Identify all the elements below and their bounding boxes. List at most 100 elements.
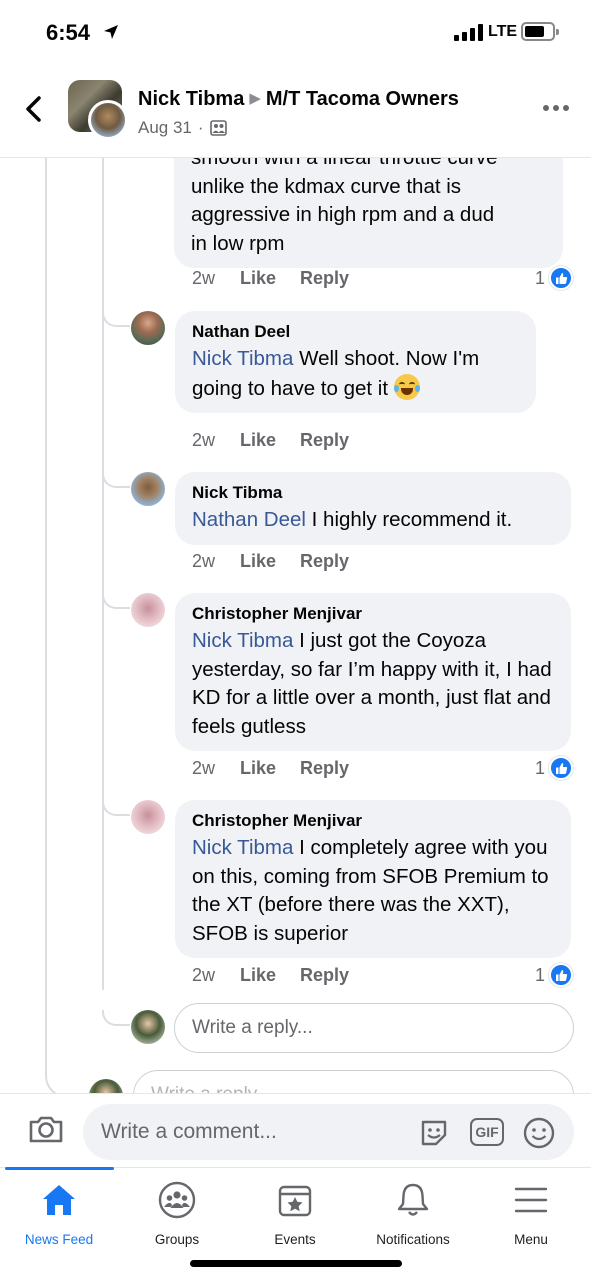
- like-button[interactable]: Like: [240, 430, 300, 451]
- bell-icon: [397, 1183, 429, 1216]
- mention-link[interactable]: Nick Tibma: [192, 347, 293, 370]
- comments-feed: smooth with a linear throttle curve unli…: [0, 158, 591, 1093]
- tab-notifications[interactable]: Notifications: [354, 1180, 472, 1260]
- tab-label: News Feed: [24, 1232, 94, 1247]
- tab-label: Groups: [154, 1232, 200, 1247]
- tab-menu[interactable]: Menu: [472, 1180, 590, 1260]
- like-button[interactable]: Like: [240, 268, 300, 289]
- author-name[interactable]: Nick Tibma: [138, 88, 244, 110]
- reply-text: Nick Tibma I completely agree with you o…: [192, 834, 554, 948]
- avatar[interactable]: [131, 472, 165, 506]
- battery-icon: [521, 22, 559, 41]
- comment-actions: 2w Like Reply: [192, 430, 349, 451]
- status-bar: 6:54 LTE: [0, 0, 591, 64]
- avatar[interactable]: [131, 593, 165, 627]
- mention-link[interactable]: Nathan Deel: [192, 508, 306, 531]
- more-options-icon[interactable]: [543, 105, 569, 111]
- thread-line-outer: [45, 158, 109, 1093]
- reaction-number: 1: [535, 267, 546, 288]
- comment-actions: 2w Like Reply: [192, 758, 349, 779]
- tab-groups[interactable]: Groups: [118, 1180, 236, 1260]
- triangle-right-icon: ▶: [249, 90, 261, 107]
- reply-body: I highly recommend it.: [305, 508, 513, 531]
- post-meta: Aug 31 ·: [138, 118, 227, 138]
- commenter-name[interactable]: Nick Tibma: [192, 481, 554, 505]
- tab-news-feed[interactable]: News Feed: [0, 1180, 118, 1260]
- tab-label: Events: [274, 1232, 316, 1247]
- avatar[interactable]: [131, 800, 165, 834]
- mention-link[interactable]: Nick Tibma: [192, 836, 293, 859]
- active-tab-indicator: [5, 1167, 114, 1170]
- reaction-count[interactable]: 1: [535, 963, 574, 987]
- reply-button[interactable]: Reply: [300, 965, 349, 986]
- like-button[interactable]: Like: [240, 551, 300, 572]
- post-date[interactable]: Aug 31: [138, 118, 192, 138]
- comment-line: smooth with a linear throttle curve: [191, 158, 546, 173]
- calendar-star-icon: [278, 1185, 312, 1217]
- post-title: Nick Tibma ▶ M/T Tacoma Owners: [138, 88, 459, 111]
- comment-bubble: smooth with a linear throttle curve unli…: [174, 158, 563, 268]
- emoji-icon[interactable]: [522, 1116, 556, 1150]
- tab-label: Menu: [514, 1232, 548, 1247]
- reply-button[interactable]: Reply: [300, 430, 349, 451]
- like-button[interactable]: Like: [240, 758, 300, 779]
- comment-age[interactable]: 2w: [192, 268, 240, 289]
- like-button[interactable]: Like: [240, 965, 300, 986]
- status-time: 6:54: [46, 20, 91, 45]
- comment-age[interactable]: 2w: [192, 430, 240, 451]
- network-type: LTE: [488, 23, 518, 40]
- comment-age[interactable]: 2w: [192, 965, 240, 986]
- commenter-name[interactable]: Nathan Deel: [192, 320, 519, 344]
- menu-icon: [514, 1187, 548, 1213]
- reply-button[interactable]: Reply: [300, 268, 349, 289]
- commenter-name[interactable]: Christopher Menjivar: [192, 809, 554, 833]
- reaction-count[interactable]: 1: [535, 266, 574, 290]
- comment-line: unlike the kdmax curve that is: [191, 174, 462, 198]
- comment-age[interactable]: 2w: [192, 551, 240, 572]
- groups-icon: [158, 1181, 196, 1219]
- laughing-tears-emoji-icon: [393, 373, 420, 400]
- camera-icon[interactable]: [28, 1114, 64, 1144]
- comment-input[interactable]: Write a comment... GIF: [83, 1104, 574, 1160]
- home-indicator: [190, 1260, 402, 1267]
- group-name[interactable]: M/T Tacoma Owners: [266, 88, 459, 110]
- reply-button[interactable]: Reply: [300, 551, 349, 572]
- home-icon: [43, 1185, 75, 1215]
- reply-input[interactable]: Write a reply...: [174, 1003, 574, 1053]
- reply-button[interactable]: Reply: [300, 758, 349, 779]
- thread-line-inner: [102, 158, 104, 990]
- comment-actions: 2w Like Reply: [192, 965, 349, 986]
- comment-placeholder: Write a comment...: [101, 1120, 277, 1143]
- reaction-number: 1: [535, 964, 546, 985]
- comment-composer: Write a comment... GIF: [0, 1093, 591, 1167]
- sticker-icon[interactable]: [417, 1116, 451, 1150]
- tab-label: Notifications: [376, 1232, 450, 1247]
- group-audience-icon: [209, 120, 227, 136]
- reply-bubble: Nathan Deel Nick Tibma Well shoot. Now I…: [175, 311, 536, 413]
- location-arrow-icon: [104, 25, 118, 39]
- comment-actions: 2w Like Reply: [192, 551, 349, 572]
- my-avatar: [131, 1010, 165, 1044]
- comment-age[interactable]: 2w: [192, 758, 240, 779]
- avatar[interactable]: [131, 311, 165, 345]
- cellular-signal-icon: [454, 24, 484, 41]
- reaction-count[interactable]: 1: [535, 756, 574, 780]
- reply-text: Nathan Deel I highly recommend it.: [192, 506, 554, 535]
- gif-icon[interactable]: GIF: [470, 1118, 504, 1146]
- reply-bubble: Christopher Menjivar Nick Tibma I just g…: [175, 593, 571, 751]
- thumbs-up-icon: [549, 756, 574, 780]
- author-avatar[interactable]: [88, 100, 128, 140]
- thumbs-up-icon: [549, 266, 574, 290]
- meta-separator: ·: [197, 118, 204, 137]
- reply-text: Nick Tibma Well shoot. Now I'm going to …: [192, 345, 519, 403]
- commenter-name[interactable]: Christopher Menjivar: [192, 602, 554, 626]
- reply-text: Nick Tibma I just got the Coyoza yesterd…: [192, 627, 554, 741]
- gif-label: GIF: [475, 1124, 499, 1140]
- mention-link[interactable]: Nick Tibma: [192, 629, 293, 652]
- post-header: Nick Tibma ▶ M/T Tacoma Owners Aug 31 ·: [0, 64, 591, 158]
- back-arrow-icon[interactable]: [22, 95, 46, 123]
- tab-events[interactable]: Events: [236, 1180, 354, 1260]
- reply-bubble: Christopher Menjivar Nick Tibma I comple…: [175, 800, 571, 958]
- reply-input[interactable]: Write a reply...: [133, 1070, 574, 1093]
- comment-line: aggressive in high rpm and a dud: [191, 203, 495, 226]
